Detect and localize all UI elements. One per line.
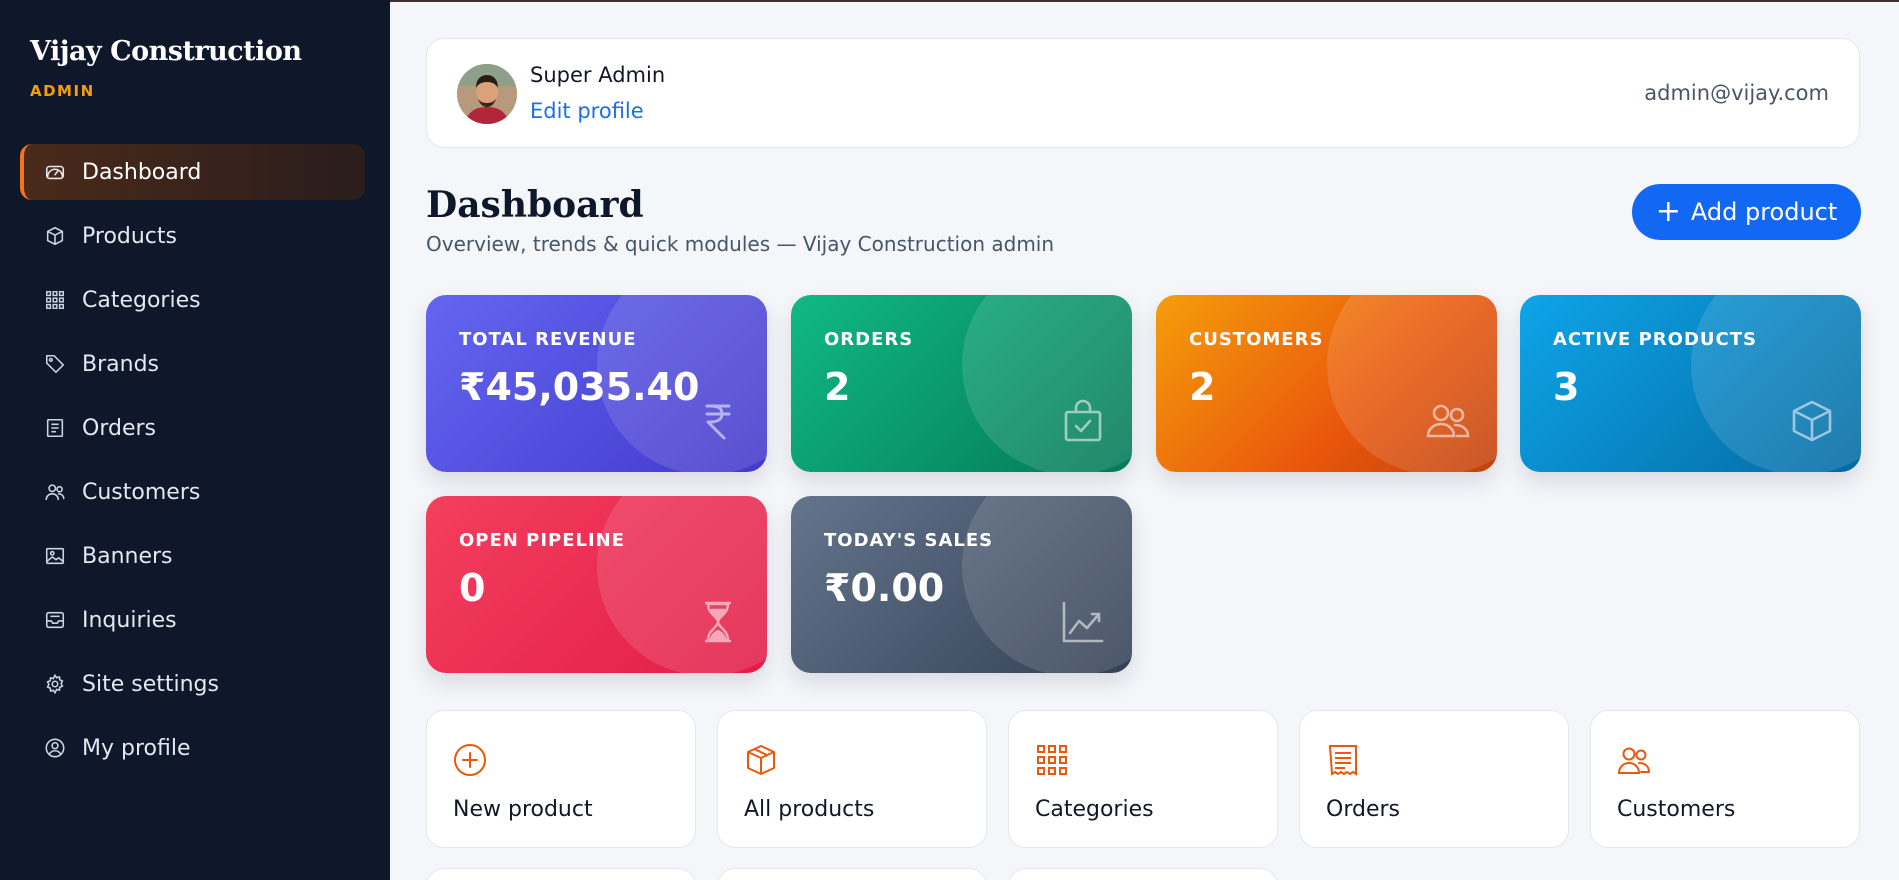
stat-card-todays-sales: TODAY'S SALES ₹0.00 <box>791 496 1132 673</box>
stat-card-orders: ORDERS 2 <box>791 295 1132 472</box>
brand-role: ADMIN <box>30 82 95 100</box>
module-card-partial <box>426 868 696 880</box>
module-label: All products <box>744 797 875 822</box>
edit-profile-link[interactable]: Edit profile <box>530 99 644 123</box>
sidebar-item-label: Inquiries <box>82 607 177 633</box>
module-card-partial <box>717 868 987 880</box>
stat-card-total-revenue: TOTAL REVENUE ₹45,035.40 <box>426 295 767 472</box>
page-title: Dashboard <box>426 184 644 226</box>
module-label: Orders <box>1326 797 1400 822</box>
sidebar-item-brands[interactable]: Brands <box>20 336 365 392</box>
users-icon <box>1617 743 1651 777</box>
plus-icon: + <box>1655 194 1681 229</box>
plus-circle-icon <box>453 743 487 777</box>
avatar[interactable] <box>457 64 517 124</box>
add-product-button[interactable]: + Add product <box>1632 184 1861 240</box>
sidebar-item-orders[interactable]: Orders <box>20 400 365 456</box>
stat-value: 0 <box>459 566 486 610</box>
trend-chart-icon <box>1060 599 1106 645</box>
stat-value: 2 <box>824 365 851 409</box>
sidebar-item-dashboard[interactable]: Dashboard <box>20 144 365 200</box>
stat-label: TOTAL REVENUE <box>459 329 637 350</box>
profile-name: Super Admin <box>530 63 666 87</box>
stat-label: ORDERS <box>824 329 914 350</box>
sidebar-item-label: Categories <box>82 287 201 313</box>
top-border <box>390 0 1899 2</box>
module-orders[interactable]: Orders <box>1299 710 1569 848</box>
module-label: Customers <box>1617 797 1736 822</box>
sidebar-item-label: Products <box>82 223 177 249</box>
sidebar-item-label: Customers <box>82 479 201 505</box>
receipt-icon <box>44 417 66 439</box>
stat-label: OPEN PIPELINE <box>459 530 626 551</box>
users-icon <box>1425 398 1471 444</box>
user-circle-icon <box>44 737 66 759</box>
module-card-partial <box>1008 868 1278 880</box>
sidebar-item-label: Brands <box>82 351 159 377</box>
box-icon <box>44 225 66 247</box>
rupee-icon <box>695 398 741 444</box>
sidebar-item-label: Banners <box>82 543 173 569</box>
stat-label: ACTIVE PRODUCTS <box>1553 329 1757 350</box>
stat-value: 3 <box>1553 365 1580 409</box>
inbox-icon <box>44 609 66 631</box>
sidebar: Vijay Construction ADMIN Dashboard Produ… <box>0 0 390 880</box>
sidebar-item-site-settings[interactable]: Site settings <box>20 656 365 712</box>
sidebar-item-banners[interactable]: Banners <box>20 528 365 584</box>
sidebar-item-label: Dashboard <box>82 159 202 185</box>
page-subtitle: Overview, trends & quick modules — Vijay… <box>426 232 1055 256</box>
sidebar-item-label: Site settings <box>82 671 219 697</box>
brand-title: Vijay Construction <box>30 36 302 67</box>
stat-card-open-pipeline: OPEN PIPELINE 0 <box>426 496 767 673</box>
stat-card-active-products: ACTIVE PRODUCTS 3 <box>1520 295 1861 472</box>
module-categories[interactable]: Categories <box>1008 710 1278 848</box>
module-label: Categories <box>1035 797 1154 822</box>
grid-icon <box>1035 743 1069 777</box>
module-new-product[interactable]: New product <box>426 710 696 848</box>
profile-email: admin@vijay.com <box>1644 81 1829 105</box>
module-all-products[interactable]: All products <box>717 710 987 848</box>
stat-label: TODAY'S SALES <box>824 530 994 551</box>
grid-icon <box>44 289 66 311</box>
gear-icon <box>44 673 66 695</box>
module-customers[interactable]: Customers <box>1590 710 1860 848</box>
hourglass-icon <box>695 599 741 645</box>
shopping-bag-icon <box>1060 398 1106 444</box>
stat-label: CUSTOMERS <box>1189 329 1324 350</box>
profile-card: Super Admin Edit profile admin@vijay.com <box>426 38 1860 148</box>
box-icon <box>1789 398 1835 444</box>
sidebar-item-inquiries[interactable]: Inquiries <box>20 592 365 648</box>
sidebar-item-customers[interactable]: Customers <box>20 464 365 520</box>
sidebar-item-label: My profile <box>82 735 191 761</box>
stat-value: ₹45,035.40 <box>459 365 700 409</box>
stat-value: ₹0.00 <box>824 566 945 610</box>
tag-icon <box>44 353 66 375</box>
add-product-label: Add product <box>1690 198 1838 226</box>
gauge-icon <box>44 161 66 183</box>
sidebar-nav: Dashboard Products Categories Brands Ord… <box>20 144 365 784</box>
sidebar-item-products[interactable]: Products <box>20 208 365 264</box>
users-icon <box>44 481 66 503</box>
module-label: New product <box>453 797 593 822</box>
stat-card-customers: CUSTOMERS 2 <box>1156 295 1497 472</box>
image-icon <box>44 545 66 567</box>
receipt-icon <box>1326 743 1360 777</box>
sidebar-item-label: Orders <box>82 415 156 441</box>
box-icon <box>744 743 778 777</box>
stat-value: 2 <box>1189 365 1216 409</box>
sidebar-item-categories[interactable]: Categories <box>20 272 365 328</box>
sidebar-item-my-profile[interactable]: My profile <box>20 720 365 776</box>
